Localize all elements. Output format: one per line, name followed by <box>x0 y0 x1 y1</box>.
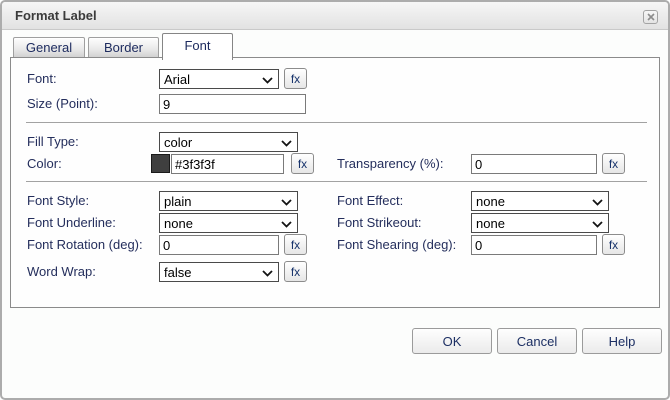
size-label: Size (Point): <box>27 96 98 111</box>
word-wrap-select[interactable]: false <box>159 262 279 282</box>
separator <box>26 122 647 123</box>
fill-type-select-value: color <box>164 134 193 150</box>
help-button[interactable]: Help <box>582 328 662 354</box>
font-shearing-label: Font Shearing (deg): <box>337 237 457 252</box>
tab-font[interactable]: Font <box>162 33 233 60</box>
tab-font-label: Font <box>184 38 211 53</box>
dialog-title: Format Label <box>15 8 97 23</box>
tab-border[interactable]: Border <box>88 37 159 59</box>
tab-general-label: General <box>25 40 73 55</box>
chevron-down-icon <box>262 265 273 280</box>
transparency-label: Transparency (%): <box>337 156 444 171</box>
font-underline-select[interactable]: none <box>159 213 298 233</box>
word-wrap-select-value: false <box>164 264 192 280</box>
chevron-down-icon <box>592 216 603 231</box>
font-strikeout-select-value: none <box>476 215 505 231</box>
cancel-button[interactable]: Cancel <box>497 328 577 354</box>
tab-border-label: Border <box>103 40 144 55</box>
font-shearing-fx-button[interactable]: fx <box>602 234 625 255</box>
word-wrap-fx-button[interactable]: fx <box>284 261 307 282</box>
fill-type-label: Fill Type: <box>27 134 79 149</box>
font-shearing-input[interactable] <box>471 235 597 255</box>
font-rotation-input[interactable] <box>159 235 279 255</box>
word-wrap-label: Word Wrap: <box>27 264 96 279</box>
chevron-down-icon <box>592 194 603 209</box>
font-fx-button[interactable]: fx <box>284 68 307 89</box>
chevron-down-icon <box>281 135 292 150</box>
font-label: Font: <box>27 71 57 86</box>
chevron-down-icon <box>281 216 292 231</box>
font-underline-label: Font Underline: <box>27 215 116 230</box>
font-style-select-value: plain <box>164 193 192 209</box>
font-effect-select-value: none <box>476 193 505 209</box>
fill-type-select[interactable]: color <box>159 132 298 152</box>
font-tab-panel: Font: Arial fx Size (Point): Fill Type: … <box>10 57 660 308</box>
separator <box>26 181 647 182</box>
font-underline-select-value: none <box>164 215 193 231</box>
transparency-input[interactable] <box>471 154 597 174</box>
color-label: Color: <box>27 156 62 171</box>
tab-general[interactable]: General <box>13 37 85 59</box>
format-label-dialog: Format Label General Border Font Font: A… <box>0 0 670 400</box>
size-input[interactable] <box>159 94 306 114</box>
color-swatch[interactable] <box>151 154 170 173</box>
font-style-label: Font Style: <box>27 193 90 208</box>
font-select[interactable]: Arial <box>159 69 279 89</box>
close-button[interactable] <box>643 10 658 24</box>
color-fx-button[interactable]: fx <box>291 153 314 174</box>
font-select-value: Arial <box>164 71 191 87</box>
color-input[interactable] <box>171 154 284 174</box>
font-effect-label: Font Effect: <box>337 193 404 208</box>
ok-button[interactable]: OK <box>412 328 492 354</box>
font-effect-select[interactable]: none <box>471 191 609 211</box>
font-rotation-label: Font Rotation (deg): <box>27 237 143 252</box>
font-strikeout-select[interactable]: none <box>471 213 609 233</box>
font-style-select[interactable]: plain <box>159 191 298 211</box>
font-rotation-fx-button[interactable]: fx <box>284 234 307 255</box>
title-bar: Format Label <box>2 2 668 30</box>
chevron-down-icon <box>262 72 273 87</box>
transparency-fx-button[interactable]: fx <box>602 153 625 174</box>
close-icon <box>646 13 655 21</box>
chevron-down-icon <box>281 194 292 209</box>
font-strikeout-label: Font Strikeout: <box>337 215 422 230</box>
